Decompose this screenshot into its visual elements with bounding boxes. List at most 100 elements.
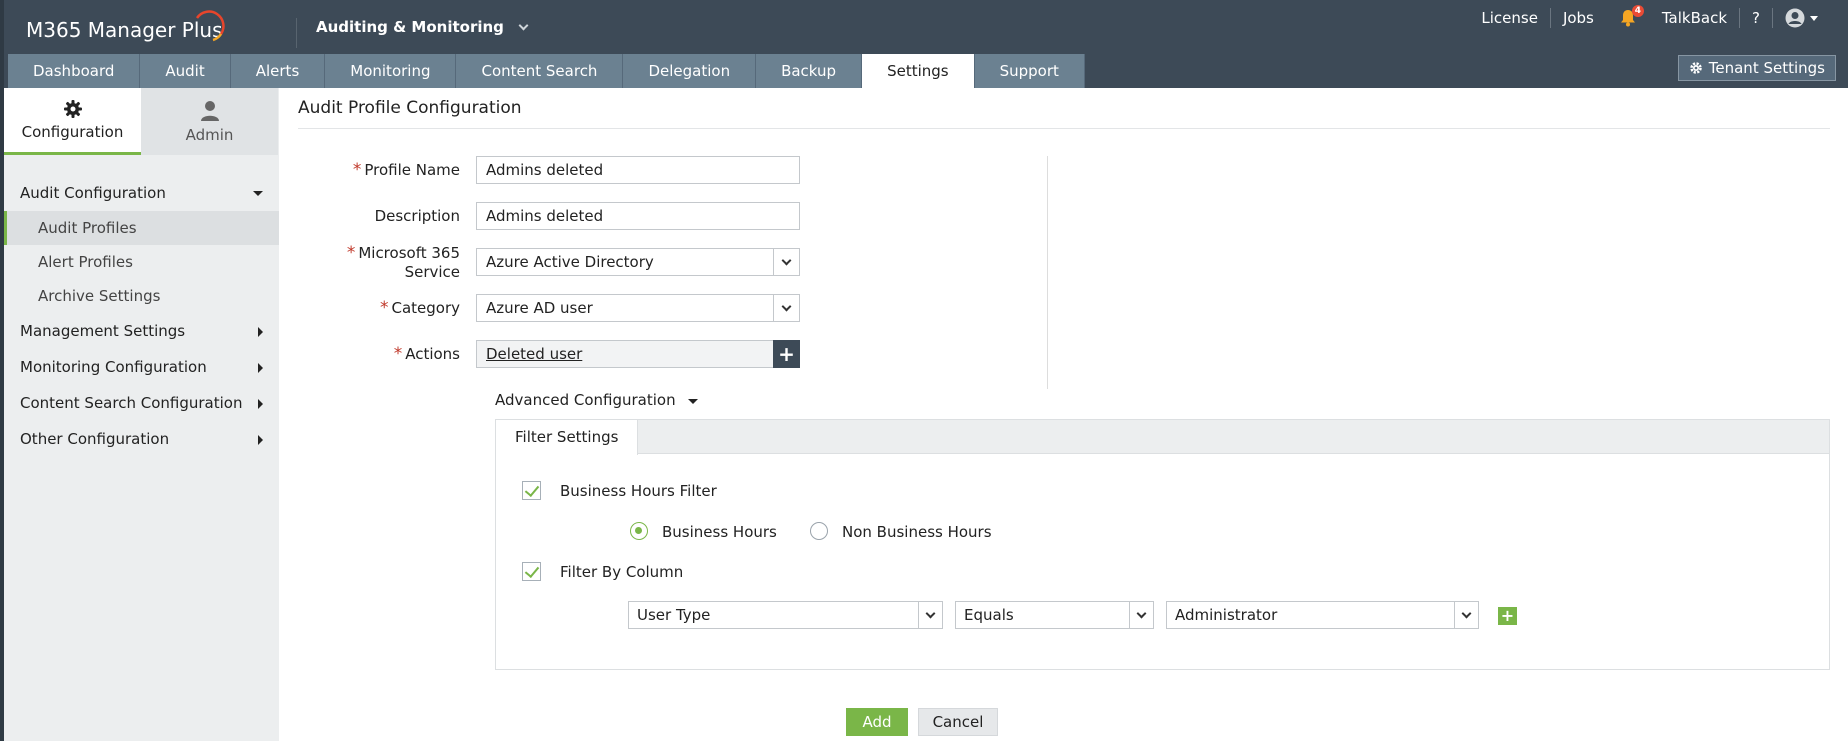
tab-settings[interactable]: Settings [862, 54, 975, 88]
filter-operator-select[interactable]: Equals [955, 601, 1154, 629]
notifications-button[interactable]: 4 [1606, 5, 1650, 27]
filter-operator-value: Equals [964, 606, 1014, 624]
gear-icon [63, 100, 82, 118]
tab-monitoring[interactable]: Monitoring [325, 54, 457, 88]
service-label: * Microsoft 365 Service [346, 243, 460, 281]
sidebar-item-archive-settings[interactable]: Archive Settings [4, 279, 279, 313]
jobs-link[interactable]: Jobs [1551, 9, 1606, 27]
add-button[interactable]: Add [846, 708, 908, 736]
actions-row: * Actions Deleted user + [298, 340, 800, 368]
sidebar-tab-admin[interactable]: Admin [141, 88, 278, 155]
talkback-link[interactable]: TalkBack [1650, 9, 1739, 27]
filter-value: Administrator [1175, 606, 1278, 624]
advanced-configuration-toggle[interactable]: Advanced Configuration [495, 391, 698, 409]
license-link[interactable]: License [1469, 9, 1550, 27]
sidebar-group-audit-configuration[interactable]: Audit Configuration [4, 175, 279, 211]
category-label: * Category [379, 298, 460, 318]
required-marker: * [379, 298, 389, 318]
help-link[interactable]: ? [1740, 9, 1772, 27]
dropdown-toggle[interactable] [918, 602, 942, 628]
tenant-settings-label: Tenant Settings [1708, 59, 1825, 77]
tab-delegation[interactable]: Delegation [623, 54, 757, 88]
dropdown-toggle[interactable] [1454, 602, 1478, 628]
notification-count-badge: 4 [1631, 5, 1644, 17]
sidebar-group-monitoring-configuration[interactable]: Monitoring Configuration [4, 349, 279, 385]
caret-right-icon [258, 399, 263, 409]
cancel-button[interactable]: Cancel [918, 708, 998, 736]
chevron-down-icon [1461, 608, 1472, 618]
form-divider [1047, 156, 1048, 389]
non-business-hours-radio[interactable] [810, 522, 828, 540]
caret-right-icon [258, 363, 263, 373]
caret-down-icon [253, 191, 263, 196]
chevron-down-icon [781, 255, 792, 265]
profile-name-input[interactable] [476, 156, 800, 184]
tab-audit[interactable]: Audit [140, 54, 231, 88]
business-hours-label: Business Hours [662, 523, 777, 541]
header-divider [296, 18, 297, 48]
service-select[interactable]: Azure Active Directory [476, 248, 800, 276]
tenant-settings-button[interactable]: Tenant Settings [1677, 55, 1836, 81]
category-select[interactable]: Azure AD user [476, 294, 800, 322]
module-label: Auditing & Monitoring [316, 18, 504, 36]
actions-field: Deleted user + [476, 340, 800, 368]
top-header: M365 Manager Plus Auditing & Monitoring … [0, 0, 1848, 88]
gear-icon [1690, 62, 1702, 74]
dropdown-toggle[interactable] [773, 295, 799, 321]
user-avatar-icon [1785, 8, 1805, 28]
selected-action-link[interactable]: Deleted user [477, 345, 773, 363]
chevron-down-icon [781, 301, 792, 311]
add-action-button[interactable]: + [773, 340, 800, 368]
sidebar-group-content-search-configuration[interactable]: Content Search Configuration [4, 385, 279, 421]
chevron-down-icon [518, 20, 529, 30]
tab-content-search[interactable]: Content Search [456, 54, 624, 88]
sidebar-tab-label: Configuration [21, 123, 124, 141]
filter-by-column-checkbox[interactable] [522, 562, 541, 581]
tab-support[interactable]: Support [974, 54, 1085, 88]
required-marker: * [346, 243, 356, 263]
panel-tabs: Filter Settings [496, 420, 1829, 455]
advanced-configuration-label: Advanced Configuration [495, 391, 676, 409]
sidebar-tab-label: Admin [185, 125, 234, 144]
service-select-value: Azure Active Directory [486, 253, 654, 271]
chevron-down-icon [1136, 608, 1147, 618]
user-menu[interactable] [1773, 8, 1830, 28]
required-marker: * [393, 344, 403, 364]
business-hours-filter-checkbox[interactable] [522, 481, 541, 500]
add-filter-button[interactable]: + [1498, 607, 1517, 625]
actions-label: * Actions [393, 344, 460, 364]
caret-down-icon [687, 399, 698, 404]
description-input[interactable] [476, 202, 800, 230]
main-content: Audit Profile Configuration * Profile Nam… [298, 88, 1830, 670]
sidebar-tab-configuration[interactable]: Configuration [4, 88, 141, 155]
sidebar-group-management-settings[interactable]: Management Settings [4, 313, 279, 349]
description-row: Description [298, 202, 800, 230]
business-hours-radio[interactable] [630, 522, 648, 540]
category-select-value: Azure AD user [486, 299, 593, 317]
module-switcher[interactable]: Auditing & Monitoring [316, 18, 529, 36]
tab-dashboard[interactable]: Dashboard [8, 54, 141, 88]
tab-filter-settings[interactable]: Filter Settings [496, 420, 639, 455]
sidebar-group-label: Other Configuration [20, 430, 170, 448]
sidebar-group-label: Management Settings [20, 322, 186, 340]
user-icon [200, 100, 219, 121]
profile-name-label: * Profile Name [352, 160, 460, 180]
tab-backup[interactable]: Backup [756, 54, 863, 88]
dropdown-toggle[interactable] [773, 249, 799, 275]
top-right-links: License Jobs 4 TalkBack ? [1469, 5, 1830, 30]
filter-column-value: User Type [637, 606, 711, 624]
business-hours-filter-label: Business Hours Filter [560, 482, 717, 500]
filter-by-column-label: Filter By Column [560, 563, 684, 581]
filter-column-select[interactable]: User Type [628, 601, 943, 629]
dropdown-toggle[interactable] [1129, 602, 1153, 628]
profile-name-row: * Profile Name [298, 156, 800, 184]
sidebar-item-alert-profiles[interactable]: Alert Profiles [4, 245, 279, 279]
main-nav-tabs: Dashboard Audit Alerts Monitoring Conten… [8, 54, 1085, 88]
sidebar-group-other-configuration[interactable]: Other Configuration [4, 421, 279, 457]
tab-alerts[interactable]: Alerts [230, 54, 326, 88]
filter-value-select[interactable]: Administrator [1166, 601, 1479, 629]
sidebar-item-audit-profiles[interactable]: Audit Profiles [4, 211, 279, 245]
page-title: Audit Profile Configuration [298, 98, 1830, 129]
advanced-configuration-panel: Filter Settings Business Hours Filter Bu… [495, 419, 1830, 670]
sidebar-tabs: Configuration Admin [4, 88, 279, 155]
